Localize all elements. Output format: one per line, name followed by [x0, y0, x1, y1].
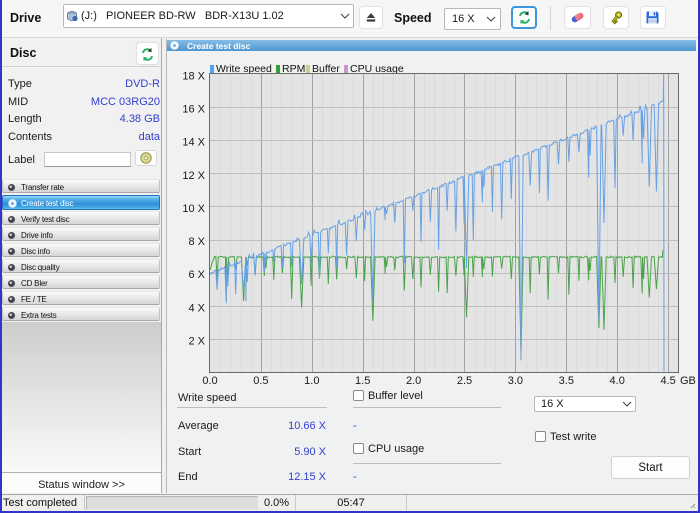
svg-text:1.0: 1.0	[304, 375, 319, 387]
svg-text:18 X: 18 X	[182, 71, 205, 83]
svg-text:0.0: 0.0	[202, 375, 217, 387]
svg-text:8 X: 8 X	[188, 236, 205, 248]
svg-text:6 X: 6 X	[188, 269, 205, 281]
svg-text:0.5: 0.5	[253, 375, 268, 387]
svg-text:4.0: 4.0	[610, 375, 625, 387]
svg-text:2 X: 2 X	[188, 335, 205, 347]
svg-text:12 X: 12 X	[182, 170, 205, 182]
svg-text:4.5: 4.5	[660, 375, 675, 387]
svg-text:3.0: 3.0	[508, 375, 523, 387]
svg-text:GB: GB	[680, 375, 696, 387]
svg-text:4 X: 4 X	[188, 302, 205, 314]
svg-text:14 X: 14 X	[182, 137, 205, 149]
svg-text:2.0: 2.0	[406, 375, 421, 387]
svg-text:3.5: 3.5	[559, 375, 574, 387]
svg-text:16 X: 16 X	[182, 104, 205, 116]
svg-text:2.5: 2.5	[457, 375, 472, 387]
svg-text:1.5: 1.5	[355, 375, 370, 387]
svg-text:10 X: 10 X	[182, 203, 205, 215]
